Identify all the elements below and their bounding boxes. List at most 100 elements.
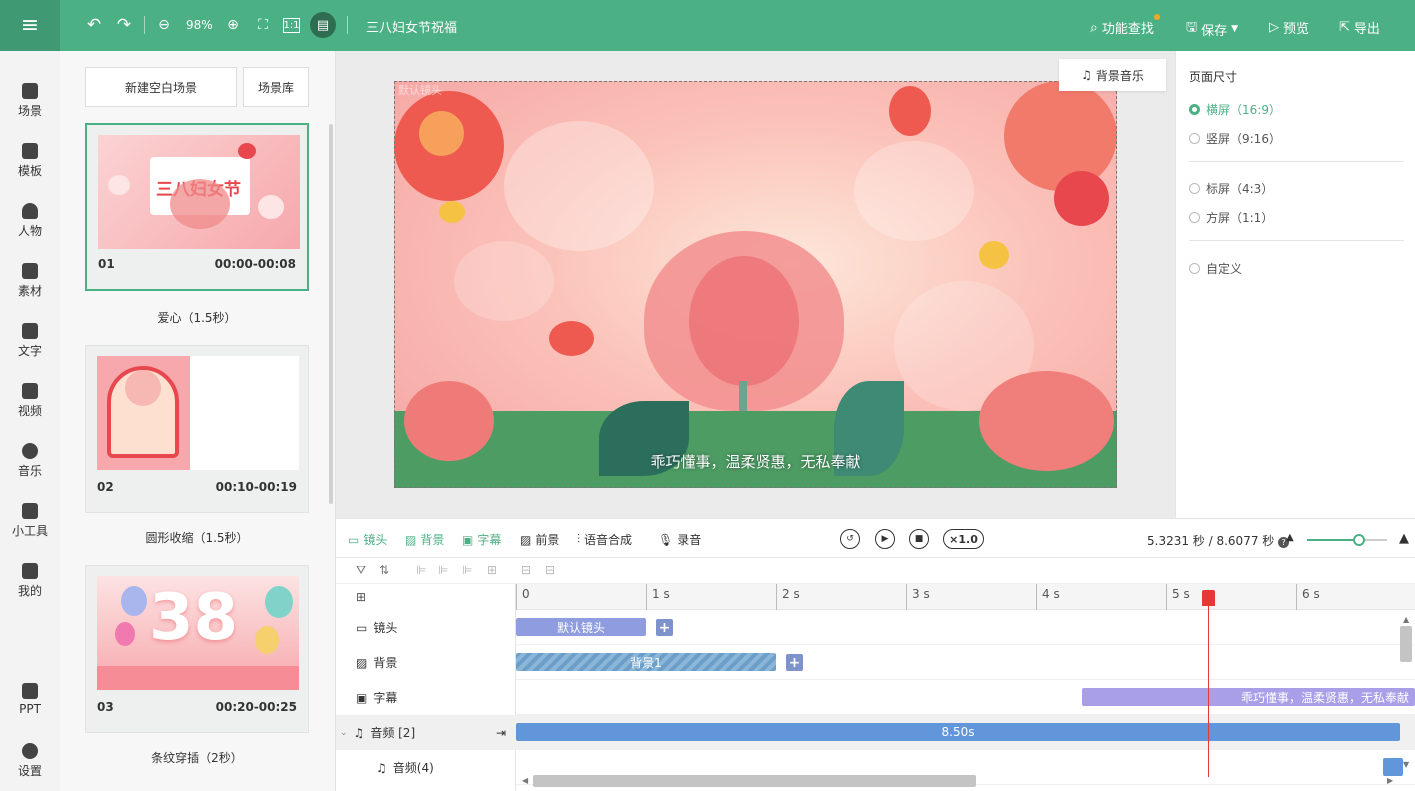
scene-transition-label[interactable]: 圆形收缩（1.5秒） xyxy=(85,529,309,546)
slider-knob[interactable] xyxy=(1353,534,1365,546)
top-toolbar: ≡ ↶ ↷ ⊖ 98% ⊕ ⛶ 1:1 ▤ 三八妇女节祝福 ⌕ 功能查找 🖫 保… xyxy=(0,0,1415,51)
tab-camera[interactable]: ▭ 镜头 xyxy=(348,531,387,548)
scene-transition-label[interactable]: 条纹穿插（2秒） xyxy=(85,749,309,766)
play-icon[interactable]: ▶ xyxy=(875,529,895,549)
add-background-button[interactable]: + xyxy=(786,654,803,671)
scroll-down-icon[interactable]: ▼ xyxy=(1403,760,1409,769)
scroll-left-icon[interactable]: ◀ xyxy=(522,776,528,785)
nav-item-music[interactable]: 音乐 xyxy=(0,443,60,479)
preview-button[interactable]: ▷ 预览 xyxy=(1269,18,1309,37)
nav-item-person[interactable]: 人物 xyxy=(0,203,60,239)
camera-icon: ▭ xyxy=(348,532,360,547)
split-icon[interactable]: ⊟ xyxy=(545,563,555,577)
filter-icon[interactable]: ⛛ xyxy=(356,563,366,578)
sort-icon[interactable]: ⇅ xyxy=(379,563,389,577)
nav-label: 设置 xyxy=(17,764,42,778)
nav-item-toolbox[interactable]: 小工具 xyxy=(0,503,60,539)
stage-canvas[interactable]: 乖巧懂事，温柔贤惠，无私奉献 xyxy=(394,81,1117,488)
notification-dot xyxy=(1153,14,1160,20)
document-title[interactable]: 三八妇女节祝福 xyxy=(366,17,457,36)
scroll-up-icon[interactable]: ▲ xyxy=(1403,615,1409,624)
scene-library-button[interactable]: 场景库 xyxy=(243,67,309,107)
align-center-icon[interactable]: ⊫ xyxy=(438,563,448,577)
scene-transition-label[interactable]: 爱心（1.5秒） xyxy=(85,309,309,326)
timeline-zoom-slider[interactable] xyxy=(1307,534,1387,546)
horizontal-scrollbar[interactable] xyxy=(533,775,976,787)
actual-size-icon[interactable]: 1:1 xyxy=(283,18,300,33)
tab-caption[interactable]: ▣ 字幕 xyxy=(462,531,501,548)
caption-clip[interactable]: 乖巧懂事，温柔贤惠，无私奉献 xyxy=(1081,688,1415,706)
nav-item-template[interactable]: 模板 xyxy=(0,143,60,179)
audio-sub-clip[interactable] xyxy=(1383,758,1403,776)
camera-clip[interactable]: 默认镜头 xyxy=(516,618,646,636)
ruler-tick: 0 xyxy=(516,584,530,610)
align-right-icon[interactable]: ⊫ xyxy=(462,563,472,577)
add-camera-button[interactable]: + xyxy=(656,619,673,636)
background-music-button[interactable]: ♫ 背景音乐 xyxy=(1059,59,1166,91)
stage-subtitle[interactable]: 乖巧懂事，温柔贤惠，无私奉献 xyxy=(394,451,1117,472)
divider xyxy=(1189,161,1404,162)
tab-record[interactable]: 🎙 录音 xyxy=(658,531,701,548)
template-icon xyxy=(22,143,38,159)
vertical-scrollbar[interactable] xyxy=(1400,626,1412,662)
tab-foreground[interactable]: ▨ 前景 xyxy=(520,531,559,548)
radio-custom[interactable]: 自定义 xyxy=(1189,260,1242,277)
find-feature-button[interactable]: ⌕ 功能查找 xyxy=(1090,14,1160,37)
nav-item-material[interactable]: 素材 xyxy=(0,263,60,299)
nav-item-ppt[interactable]: PPT xyxy=(0,683,60,716)
zoom-in-icon[interactable]: ⊕ xyxy=(222,14,244,36)
nav-item-text[interactable]: 文字 xyxy=(0,323,60,359)
playback-speed-button[interactable]: ×1.0 xyxy=(943,529,984,549)
zoom-in-timeline-icon[interactable]: ▲ xyxy=(1399,531,1409,546)
subtitle-toggle-icon[interactable]: ▤ xyxy=(310,12,336,38)
scroll-right-icon[interactable]: ▶ xyxy=(1387,776,1393,785)
zoom-out-timeline-icon[interactable]: ▲ xyxy=(1286,532,1294,543)
audio-clip[interactable]: 8.50s xyxy=(516,723,1400,741)
import-icon[interactable]: ⇥ xyxy=(496,726,506,740)
scene-number: 01 xyxy=(98,257,115,271)
playhead-handle[interactable] xyxy=(1202,590,1215,606)
radio-landscape[interactable]: 横屏（16:9） xyxy=(1189,101,1281,118)
nav-item-mine[interactable]: 我的 xyxy=(0,563,60,599)
scene-card[interactable]: 三八妇女节 01 00:00-00:08 xyxy=(85,123,309,291)
zoom-out-icon[interactable]: ⊖ xyxy=(153,14,175,36)
scene-card[interactable]: 02 00:10-00:19 xyxy=(85,345,309,513)
export-icon: ⇱ xyxy=(1339,20,1350,35)
background-clip[interactable]: 背景1 xyxy=(516,653,776,671)
export-button[interactable]: ⇱ 导出 xyxy=(1339,18,1380,37)
left-nav: 场景 模板 人物 素材 文字 视频 音乐 小工具 我的 PPT 设置 xyxy=(0,51,60,791)
tab-tts[interactable]: ⫶ 语音合成 xyxy=(577,531,632,548)
timeline-ruler[interactable]: 0 1 s 2 s 3 s 4 s 5 s 6 s xyxy=(516,584,1415,610)
ruler-tick: 5 s xyxy=(1166,584,1190,610)
track-label-audio[interactable]: ♫ 音频(4) xyxy=(336,750,516,785)
radio-portrait[interactable]: 竖屏（9:16） xyxy=(1189,130,1281,147)
scenes-scrollbar[interactable] xyxy=(329,124,333,504)
track-label-background[interactable]: ▨ 背景 xyxy=(336,645,516,680)
nav-item-scene[interactable]: 场景 xyxy=(0,83,60,119)
stop-icon[interactable]: ■ xyxy=(909,529,929,549)
new-blank-scene-button[interactable]: 新建空白场景 xyxy=(85,67,237,107)
upload-icon xyxy=(22,563,38,579)
fullscreen-icon[interactable]: ⛶ xyxy=(252,14,274,36)
radio-square[interactable]: 方屏（1:1） xyxy=(1189,209,1273,226)
merge-icon[interactable]: ⊟ xyxy=(521,563,531,577)
track-label-audio-group[interactable]: ⌄ ♫ 音频 [2] ⇥ xyxy=(336,715,516,750)
nav-item-video[interactable]: 视频 xyxy=(0,383,60,419)
save-button[interactable]: 🖫 保存 ▼ xyxy=(1186,18,1238,40)
distribute-icon[interactable]: ⊞ xyxy=(487,563,497,577)
replay-icon[interactable]: ↺ xyxy=(840,529,860,549)
track-label-camera[interactable]: ▭ 镜头 xyxy=(336,610,516,645)
nav-label: 音乐 xyxy=(17,464,42,478)
nav-item-settings[interactable]: 设置 xyxy=(0,743,60,779)
track-label: 音频 [2] xyxy=(370,726,416,740)
tab-background[interactable]: ▨ 背景 xyxy=(405,531,444,548)
playhead[interactable] xyxy=(1208,590,1209,777)
track-label-caption[interactable]: ▣ 字幕 xyxy=(336,680,516,715)
toolbox-icon xyxy=(22,503,38,519)
radio-standard[interactable]: 标屏（4:3） xyxy=(1189,180,1273,197)
hamburger-menu-icon[interactable]: ≡ xyxy=(0,0,60,51)
redo-icon[interactable]: ↷ xyxy=(113,14,135,36)
undo-icon[interactable]: ↶ xyxy=(83,14,105,36)
align-left-icon[interactable]: ⊫ xyxy=(416,563,426,577)
scene-card[interactable]: 38 03 00:20-00:25 xyxy=(85,565,309,733)
